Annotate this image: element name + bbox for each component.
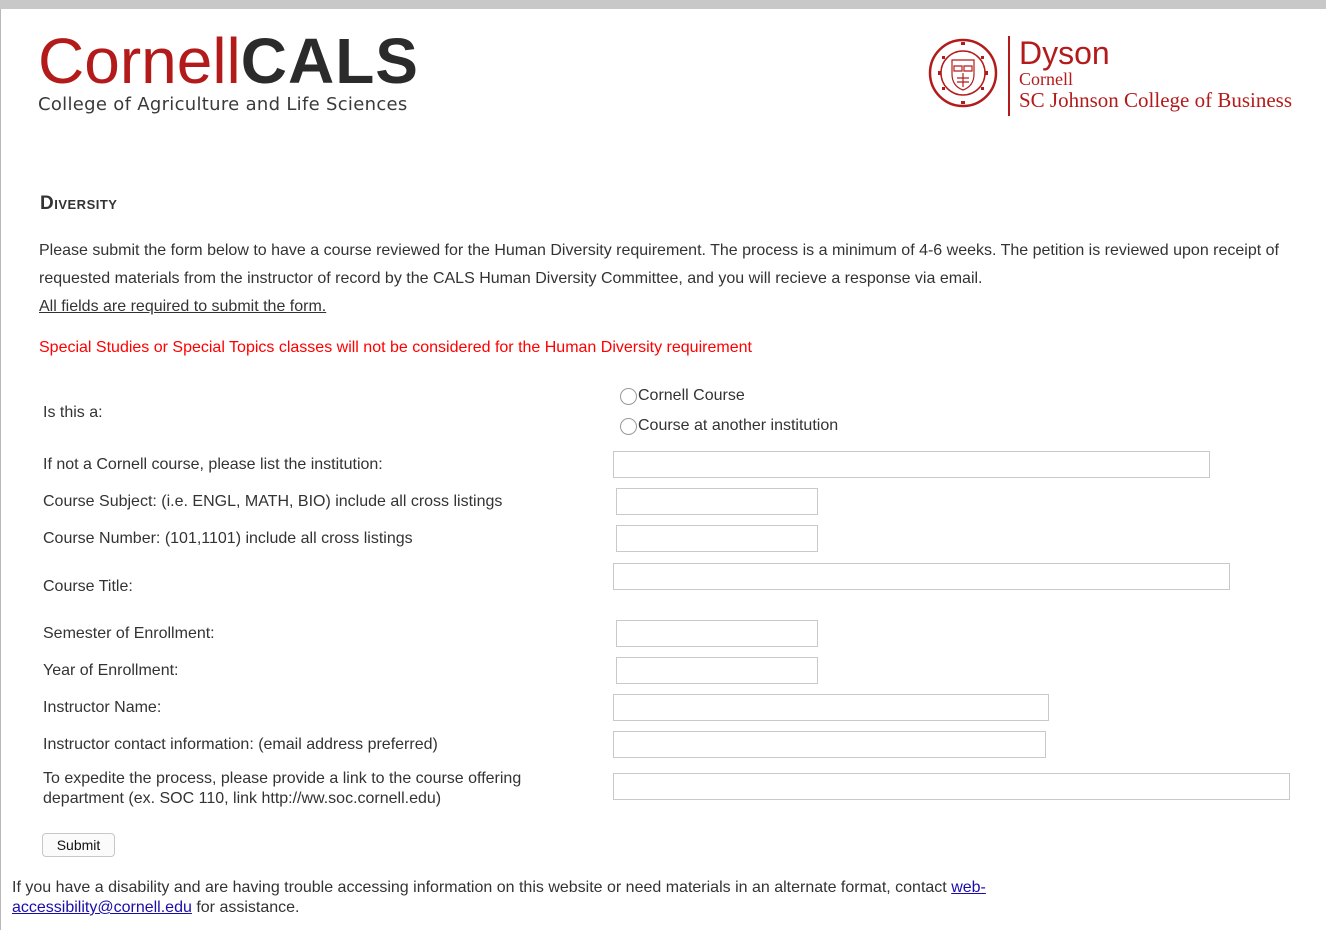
radio-cornell-course-label: Cornell Course: [638, 387, 745, 404]
submit-button[interactable]: Submit: [42, 833, 115, 857]
course-number-input[interactable]: [616, 525, 818, 552]
dyson-logo-cornell: Cornell: [1019, 69, 1073, 89]
semester-label: Semester of Enrollment:: [43, 625, 215, 642]
course-type-label: Is this a:: [43, 404, 103, 421]
cals-wordmark: CornellCALS: [38, 26, 419, 96]
course-subject-input[interactable]: [616, 488, 818, 515]
course-link-label-line2: department (ex. SOC 110, link http://ww.…: [43, 790, 442, 807]
footer-text-before: If you have a disability and are having …: [12, 879, 952, 896]
instructor-name-label: Instructor Name:: [43, 699, 162, 716]
intro-paragraph: Please submit the form below to have a c…: [39, 242, 1279, 287]
browser-top-edge: [0, 0, 1326, 9]
instructor-name-input[interactable]: [613, 694, 1049, 721]
instructor-contact-label: Instructor contact information: (email a…: [43, 736, 438, 753]
instructor-contact-input[interactable]: [613, 731, 1046, 758]
course-title-input[interactable]: [613, 563, 1230, 590]
email-link-part1: web-: [951, 879, 986, 896]
dyson-logo-divider: [1008, 36, 1010, 116]
intro-text: Please submit the form below to have a c…: [39, 237, 1314, 321]
course-link-input[interactable]: [613, 773, 1290, 800]
cornell-seal-icon: [928, 38, 998, 108]
dyson-logo-name: Dyson: [1019, 35, 1110, 71]
course-link-label: To expedite the process, please provide …: [43, 769, 521, 809]
required-fields-note: All fields are required to submit the fo…: [39, 298, 327, 315]
semester-input[interactable]: [616, 620, 818, 647]
accessibility-footer: If you have a disability and are having …: [12, 878, 1212, 918]
special-topics-warning: Special Studies or Special Topics classe…: [39, 339, 752, 356]
radio-other-institution[interactable]: Course at another institution: [620, 417, 838, 435]
course-subject-label: Course Subject: (i.e. ENGL, MATH, BIO) i…: [43, 493, 503, 510]
cals-wordmark-cals: CALS: [240, 25, 419, 97]
radio-other-institution-label: Course at another institution: [638, 417, 839, 434]
institution-input[interactable]: [613, 451, 1210, 478]
dyson-logo-college: SC Johnson College of Business: [1019, 88, 1293, 112]
radio-button[interactable]: [620, 387, 637, 405]
page-left-border: [0, 9, 1, 930]
dyson-logo: Dyson Cornell SC Johnson College of Busi…: [1019, 36, 1292, 112]
course-link-label-line1: To expedite the process, please provide …: [43, 770, 522, 787]
institution-label: If not a Cornell course, please list the…: [43, 456, 383, 473]
course-number-label: Course Number: (101,1101) include all cr…: [43, 530, 413, 547]
radio-button[interactable]: [620, 417, 637, 435]
cals-subtitle: College of Agriculture and Life Sciences: [38, 94, 408, 115]
course-title-label: Course Title:: [43, 578, 133, 595]
radio-cornell-course[interactable]: Cornell Course: [620, 387, 745, 405]
cals-wordmark-cornell: Cornell: [38, 25, 241, 97]
email-link-part2: accessibility@cornell.edu: [12, 899, 192, 916]
footer-text-after: for assistance.: [191, 899, 300, 916]
year-input[interactable]: [616, 657, 818, 684]
year-label: Year of Enrollment:: [43, 662, 179, 679]
page-title: Diversity: [40, 193, 118, 214]
